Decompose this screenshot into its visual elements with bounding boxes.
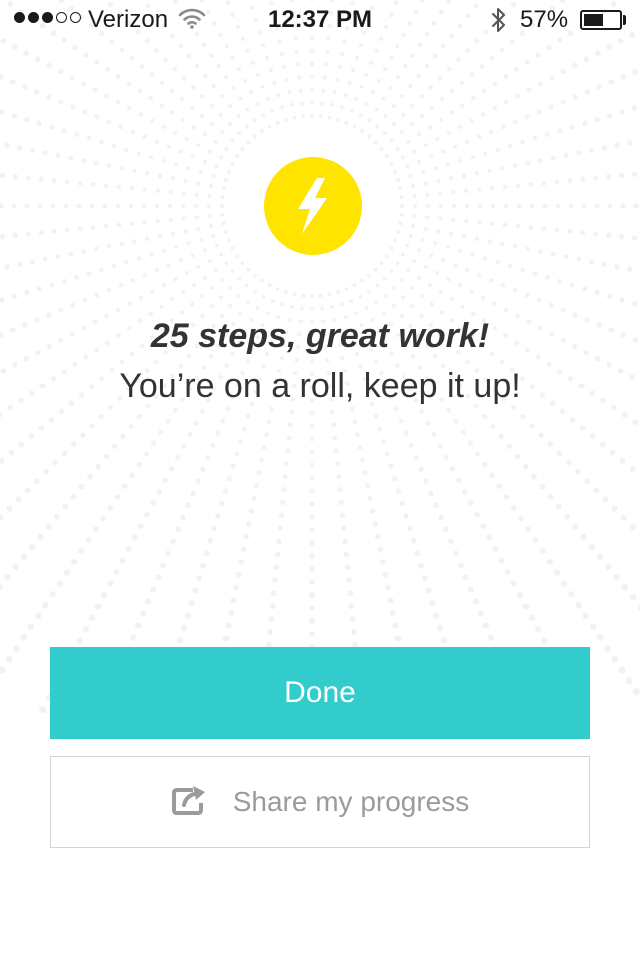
share-external-icon [171,786,205,815]
achievement-message: You’re on a roll, keep it up! [119,367,521,405]
share-progress-label: Share my progress [232,786,470,817]
battery-percentage: 57% [520,6,569,33]
share-progress-button[interactable]: Share my progress [50,756,590,848]
celebration-screen: Verizon 12:37 PM 57% 25 steps, great wor… [0,0,640,960]
battery-icon [580,10,622,30]
status-bar: Verizon 12:37 PM 57% [0,0,640,40]
done-button[interactable]: Done [50,647,590,739]
bluetooth-icon [492,8,505,32]
achievement-headline: 25 steps, great work! [150,317,490,355]
lightning-bolt-icon [264,157,362,255]
achievement-badge [264,157,362,255]
battery-cap [623,15,626,25]
battery-level-fill [584,14,603,26]
